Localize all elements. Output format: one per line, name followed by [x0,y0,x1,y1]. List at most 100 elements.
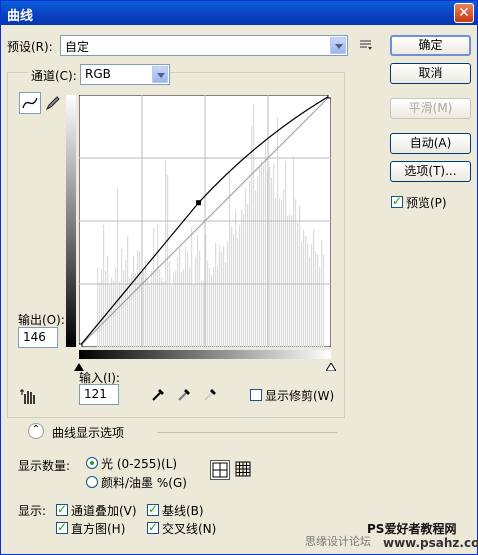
output-gradient-bar [66,95,76,347]
histogram-bar [163,281,165,347]
histogram-bar [279,198,281,347]
histogram-bar [315,251,317,347]
histogram-bar [317,254,319,347]
pencil-icon[interactable] [44,94,62,115]
histogram-bar [217,265,219,347]
light-radio-label: 光 (0-255)(L) [101,457,178,471]
histogram-bar [311,244,313,347]
histogram-checkbox[interactable] [56,520,68,534]
baseline-label: 基线(B) [162,504,204,518]
histogram-bar [159,269,161,347]
cancel-button[interactable]: 取消 [390,63,471,84]
curve-control-point[interactable] [196,200,202,206]
preset-value: 自定 [65,40,90,54]
histogram-bar [271,177,273,347]
hand-adjust-icon[interactable] [19,386,39,409]
histogram-bar [261,160,263,347]
histogram-bar [123,270,125,347]
histogram-bar [249,181,251,347]
input-gradient-bar [79,350,331,359]
histogram-bar [127,235,129,347]
histogram-bar [193,284,195,347]
histogram-bar [225,261,227,347]
histogram-bar [167,175,169,347]
histogram-bar [289,213,291,347]
histogram-bar [179,248,181,347]
histogram-bar [213,266,215,347]
histogram-bar [209,267,211,347]
histogram-bar [177,257,179,347]
histogram-bar [169,261,171,347]
preset-select[interactable]: 自定 [60,35,348,56]
white-eyedropper-icon[interactable] [203,386,219,405]
preview-label: 预览(P) [406,196,447,210]
histogram-bar [247,204,249,347]
histogram-bar [237,238,239,347]
auto-button[interactable]: 自动(A) [390,133,471,154]
histogram-bar [113,280,115,347]
show-clipping-checkbox[interactable] [250,389,262,401]
histogram-bar [145,260,147,347]
channel-overlay-checkbox[interactable] [56,502,68,516]
curve-tool-icon[interactable] [19,92,41,114]
watermark-text-2: PS爱好者教程网 [367,522,457,536]
preset-label: 预设(R): [7,40,53,54]
histogram-bar [283,189,285,347]
curve-endpoint-white[interactable] [327,95,331,99]
light-radio[interactable] [86,457,98,469]
title-bar[interactable]: 曲线 ✕ [1,1,477,25]
white-point-slider-icon[interactable] [325,360,337,374]
histogram-bar [291,215,293,347]
close-button[interactable]: ✕ [454,3,474,23]
histogram-bar [181,272,183,347]
histogram-bar [223,246,225,347]
input-field[interactable]: 121 [79,384,119,405]
histogram-bar [191,227,193,347]
histogram-bar [273,163,275,347]
simple-grid-icon[interactable] [210,460,230,480]
ok-button[interactable]: 确定 [390,35,471,56]
histogram-bar [251,125,253,347]
curve-endpoint-black[interactable] [79,343,83,347]
close-icon: ✕ [458,5,470,21]
smooth-button[interactable]: 平滑(M) [390,98,471,119]
histogram-bar [211,275,213,347]
curve-graph[interactable] [79,95,331,347]
histogram-bar [203,281,205,347]
collapse-icon[interactable]: ⌃ [28,423,44,439]
histogram-bar [133,256,135,347]
histogram-bar [221,251,223,347]
channel-select[interactable]: RGB [80,64,170,85]
histogram-bar [119,282,121,347]
pigment-radio[interactable] [86,476,98,488]
pigment-radio-label: 颜料/油墨 %(G) [101,476,187,490]
preview-checkbox[interactable] [391,194,403,208]
channel-overlay-label: 通道叠加(V) [71,504,137,518]
intersection-line-checkbox[interactable] [147,520,159,534]
chevron-down-icon [152,66,168,83]
preset-menu-icon[interactable] [359,39,373,54]
show-label: 显示: [18,504,47,518]
histogram-bar [277,117,279,347]
histogram-bar [157,224,159,347]
histogram-bar [235,209,237,347]
options-button[interactable]: 选项(T)... [390,161,471,182]
channel-label: 通道(C): [28,67,80,84]
histogram-bar [243,213,245,347]
histogram-bar [307,242,309,347]
histogram-bar [139,251,141,347]
histogram-bar [269,167,271,347]
display-options-title: 曲线显示选项 [52,426,125,440]
watermark-text-3: www.psahz.com [383,536,478,550]
detailed-grid-icon[interactable] [235,461,251,480]
histogram-bar [129,277,131,347]
gray-eyedropper-icon[interactable] [177,386,193,405]
baseline-checkbox[interactable] [147,502,159,516]
histogram-bar [165,159,167,347]
black-eyedropper-icon[interactable] [151,386,167,405]
histogram-bar [207,260,209,347]
output-field[interactable]: 146 [18,327,58,348]
histogram-bar [137,249,139,347]
histogram-label: 直方图(H) [71,522,126,536]
histogram-bar [309,256,311,347]
